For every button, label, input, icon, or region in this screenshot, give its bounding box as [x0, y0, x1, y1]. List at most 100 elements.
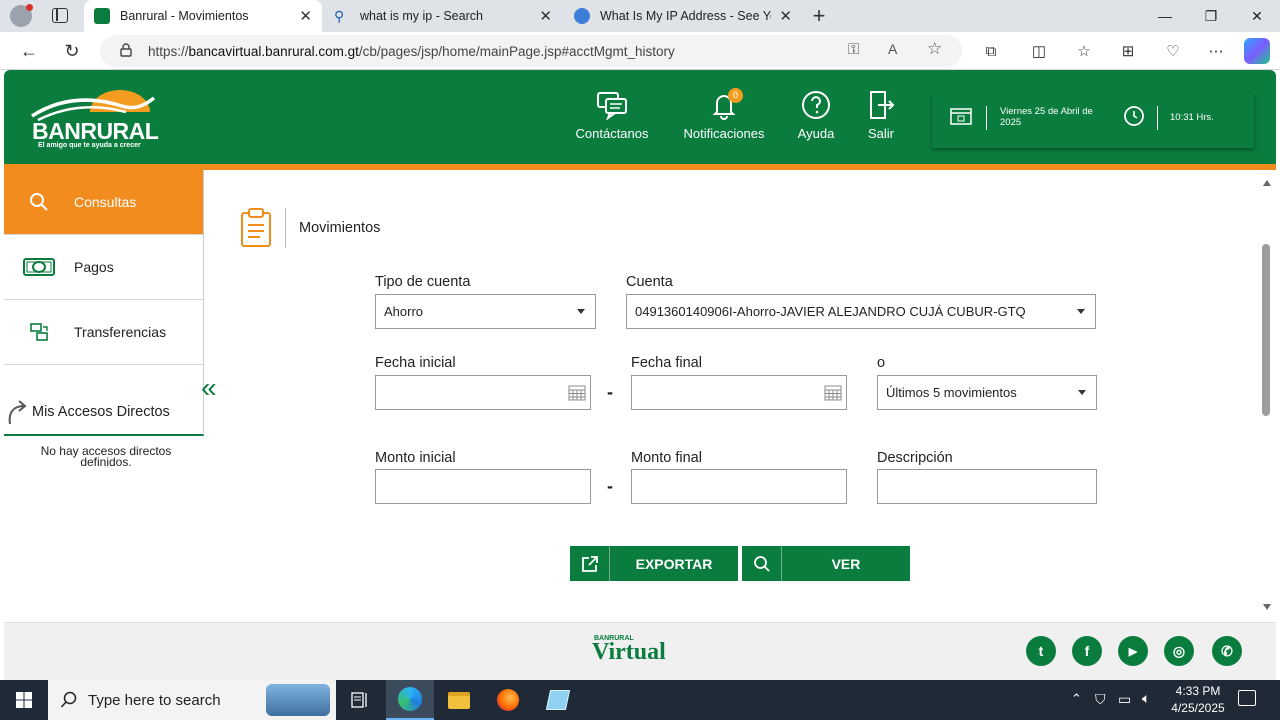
end-date-label: Fecha final	[631, 355, 702, 371]
date-range-dash: -	[607, 382, 613, 402]
end-amount-input[interactable]	[631, 469, 847, 504]
description-label: Descripción	[877, 450, 953, 466]
contact-link[interactable]: Contáctanos	[567, 90, 657, 141]
collapse-sidebar-icon[interactable]: «	[201, 374, 217, 402]
sidebar-item-pagos[interactable]: Pagos	[4, 235, 204, 300]
banrural-logo[interactable]: BANRURAL El amigo que te ayuda a crecer	[30, 88, 160, 152]
profile-icon[interactable]	[10, 4, 33, 27]
start-date-input[interactable]	[375, 375, 591, 410]
chevron-down-icon	[577, 309, 585, 314]
lock-icon[interactable]	[120, 43, 132, 57]
export-button-label: EXPORTAR	[635, 555, 713, 572]
new-tab-button[interactable]: +	[806, 2, 832, 30]
period-value: Últimos 5 movimientos	[886, 385, 1017, 400]
chat-icon	[597, 92, 627, 120]
tab-whatismyip[interactable]: What Is My IP Address - See Your ✕	[564, 0, 802, 32]
extensions-icon[interactable]: ⧉	[978, 38, 1004, 64]
task-view-button[interactable]	[336, 680, 384, 720]
chevron-down-icon	[1078, 390, 1086, 395]
minimize-button[interactable]: —	[1142, 0, 1188, 32]
account-select[interactable]: 0491360140906I-Ahorro-JAVIER ALEJANDRO C…	[626, 294, 1096, 329]
refresh-button[interactable]: ↻	[57, 36, 87, 66]
network-icon[interactable]: ▭	[1118, 691, 1131, 708]
end-date-input[interactable]	[631, 375, 847, 410]
browser-essentials-icon[interactable]: ♡	[1160, 38, 1186, 64]
tab-actions-icon[interactable]	[52, 8, 68, 23]
view-button[interactable]: VER	[742, 546, 910, 581]
tab-search[interactable]: ⚲ what is my ip - Search ✕	[324, 0, 562, 32]
browser-tab-bar: Banrural - Movimientos ✕ ⚲ what is my ip…	[0, 0, 1280, 32]
youtube-icon[interactable]: ▶	[1118, 636, 1148, 666]
export-icon	[581, 555, 598, 572]
date-divider	[986, 106, 987, 130]
description-input[interactable]	[877, 469, 1097, 504]
restore-button[interactable]: ❐	[1188, 0, 1234, 32]
search-favicon-icon: ⚲	[334, 8, 345, 24]
view-button-label: VER	[831, 555, 861, 572]
start-amount-label: Monto inicial	[375, 450, 456, 466]
url-field[interactable]: https://bancavirtual.banrural.com.gt/cb/…	[100, 35, 962, 67]
firefox-taskbar-app[interactable]	[484, 680, 532, 720]
twitter-icon[interactable]: t	[1026, 636, 1056, 666]
period-select[interactable]: Últimos 5 movimientos	[877, 375, 1097, 410]
sidebar-item-consultas[interactable]: Consultas	[4, 170, 204, 235]
calendar-icon[interactable]	[568, 385, 586, 401]
collections-icon[interactable]: ⊞	[1115, 38, 1141, 64]
notifications-badge: 0	[728, 88, 743, 103]
account-type-select[interactable]: Ahorro	[375, 294, 596, 329]
taskbar-search-input[interactable]: Type here to search	[48, 680, 336, 720]
volume-icon[interactable]: 🔈︎	[1142, 690, 1150, 707]
vpn-icon[interactable]: ⛉	[1095, 691, 1106, 708]
end-amount-label: Monto final	[631, 450, 702, 466]
folder-icon	[448, 691, 470, 709]
split-screen-icon[interactable]: ◫	[1026, 38, 1052, 64]
notifications-icon[interactable]	[1238, 690, 1256, 706]
footer-brand-text: Virtual	[592, 639, 666, 665]
start-button[interactable]	[0, 680, 48, 720]
calendar-icon[interactable]	[824, 385, 842, 401]
close-tab-icon[interactable]: ✕	[299, 7, 312, 25]
file-explorer-taskbar-app[interactable]	[435, 680, 483, 720]
close-window-button[interactable]: ✕	[1234, 0, 1280, 32]
favorite-star-icon[interactable]: ☆	[927, 39, 942, 59]
tab-title: what is my ip - Search	[360, 9, 483, 23]
start-date-label: Fecha inicial	[375, 355, 456, 371]
search-icon	[60, 691, 77, 708]
scroll-down-icon[interactable]	[1263, 604, 1271, 610]
tab-banrural[interactable]: Banrural - Movimientos ✕	[84, 0, 322, 32]
chevron-down-icon	[1077, 309, 1085, 314]
notepad-taskbar-app[interactable]	[534, 680, 582, 720]
scrollbar-thumb[interactable]	[1262, 244, 1270, 416]
scroll-up-icon[interactable]	[1263, 180, 1271, 186]
export-button[interactable]: EXPORTAR	[570, 546, 738, 581]
more-options-icon[interactable]: ⋯	[1203, 38, 1229, 64]
read-aloud-icon[interactable]: A	[888, 41, 897, 57]
sidebar: Consultas Pagos Transferencias Mis Acces…	[4, 170, 204, 680]
transfer-icon	[30, 323, 48, 341]
url-path: /cb/pages/jsp/home/mainPage.jsp#acctMgmt…	[358, 43, 675, 59]
page-scrollbar[interactable]	[1260, 174, 1274, 618]
edge-taskbar-app[interactable]	[386, 680, 434, 720]
logout-link[interactable]: Salir	[836, 90, 926, 141]
sidebar-item-label: Transferencias	[74, 324, 167, 340]
firefox-icon	[497, 689, 519, 711]
webpage: BANRURAL El amigo que te ayuda a crecer …	[0, 70, 1280, 680]
taskbar-clock[interactable]: 4:33 PM 4/25/2025	[1160, 683, 1236, 717]
key-icon[interactable]: ⚿	[848, 41, 859, 58]
favorites-icon[interactable]: ☆	[1071, 38, 1097, 64]
section-header: Movimientos	[238, 206, 438, 250]
back-button[interactable]: ←	[14, 36, 44, 66]
notifications-link[interactable]: 0 Notificaciones	[679, 88, 769, 141]
show-hidden-icons[interactable]: ⌃	[1071, 691, 1082, 707]
help-label: Ayuda	[797, 126, 835, 141]
facebook-icon[interactable]: f	[1072, 636, 1102, 666]
start-amount-input[interactable]	[375, 469, 591, 504]
shortcuts-empty-message: No hay accesos directos definidos.	[40, 444, 172, 469]
instagram-icon[interactable]: ◎	[1164, 636, 1194, 666]
close-tab-icon[interactable]: ✕	[779, 7, 792, 25]
whatsapp-icon[interactable]: ✆	[1212, 636, 1242, 666]
copilot-icon[interactable]	[1244, 38, 1270, 64]
sidebar-item-transferencias[interactable]: Transferencias	[4, 300, 204, 365]
windows-taskbar: Type here to search ⌃ ⛉ ▭ 🔈︎ 4:33 PM 4/2…	[0, 680, 1280, 720]
close-tab-icon[interactable]: ✕	[539, 7, 552, 25]
